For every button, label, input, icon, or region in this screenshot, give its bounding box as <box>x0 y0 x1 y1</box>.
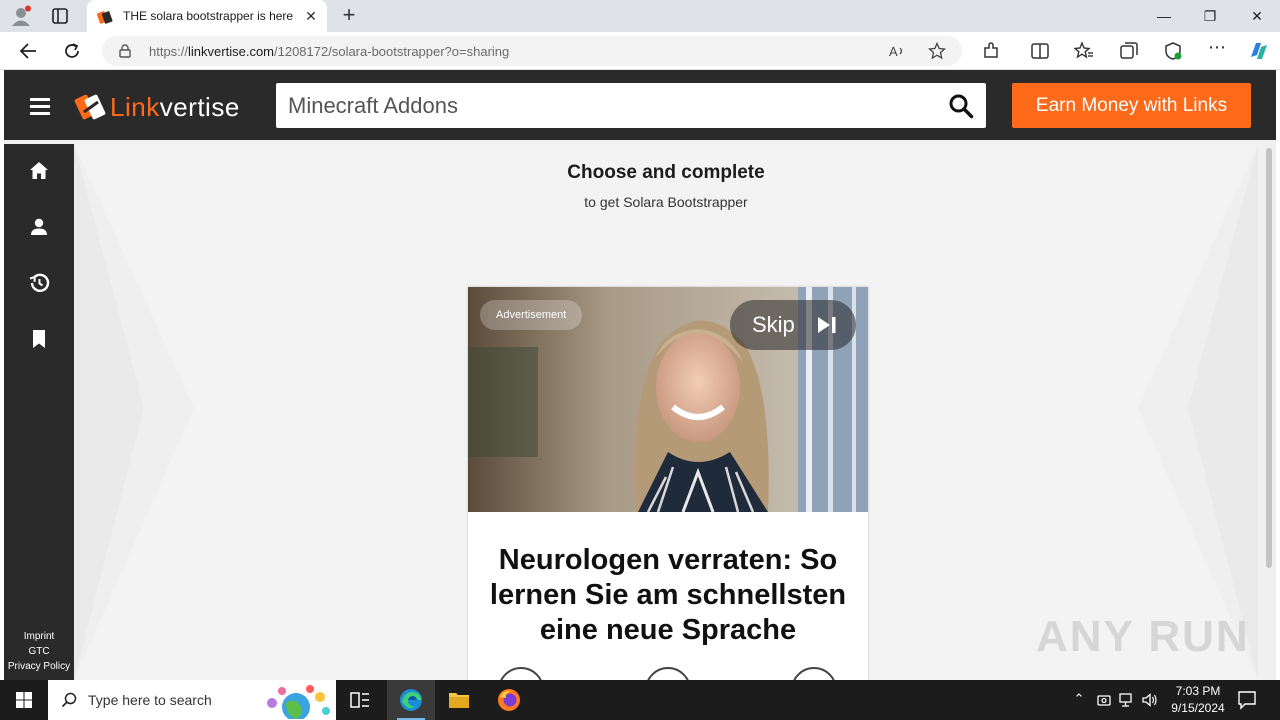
ad-option-circle[interactable] <box>791 667 837 680</box>
ad-option-circle[interactable] <box>645 667 691 680</box>
site-search-input[interactable] <box>288 91 928 121</box>
taskbar-search-box[interactable]: Type here to search <box>48 680 336 720</box>
site-search <box>276 83 986 128</box>
page-heading: Choose and complete <box>567 162 765 183</box>
web-page: Linkvertise Earn Money with Links I <box>4 70 1276 680</box>
search-highlight-illustration-icon <box>267 685 330 719</box>
site-sidebar: Imprint GTC Privacy Policy <box>4 144 74 680</box>
tray-device-icon[interactable] <box>1095 691 1113 709</box>
ad-headline[interactable]: Neurologen verraten: So lernen Sie am sc… <box>482 543 854 648</box>
volume-icon[interactable] <box>1141 691 1159 709</box>
sidebar-footer-links: Imprint GTC Privacy Policy <box>4 629 74 674</box>
collections-icon[interactable] <box>1119 41 1139 61</box>
history-icon[interactable] <box>28 272 50 294</box>
search-icon[interactable] <box>948 93 974 119</box>
logo-wordmark: Linkvertise <box>110 92 240 123</box>
menu-icon[interactable] <box>30 98 50 115</box>
network-icon[interactable] <box>1118 691 1136 709</box>
svg-text:A: A <box>889 44 898 59</box>
tray-chevron-up-icon[interactable]: ⌃ <box>1070 691 1088 709</box>
more-options-icon[interactable]: ⋯ <box>1207 37 1227 57</box>
tab-close-icon[interactable]: ✕ <box>303 8 319 24</box>
read-aloud-icon[interactable]: A <box>888 42 906 60</box>
clock-date: 9/15/2024 <box>1171 701 1225 715</box>
url-host: linkvertise.com <box>188 44 274 59</box>
advertisement-badge: Advertisement <box>480 300 583 330</box>
gtc-link[interactable]: GTC <box>4 644 74 659</box>
refresh-icon[interactable] <box>61 40 83 62</box>
firefox-logo-icon <box>498 689 520 711</box>
file-explorer-icon[interactable] <box>435 680 483 720</box>
favorites-icon[interactable] <box>1074 41 1094 61</box>
left-decoration <box>74 144 194 680</box>
browser-tab-strip: THE solara bootstrapper is here, l ✕ + —… <box>0 0 1280 32</box>
url-text[interactable]: https://linkvertise.com/1208172/solara-b… <box>149 44 509 59</box>
ad-card[interactable]: Advertisement Skip Neurologen verraten: … <box>468 287 868 680</box>
ad-photo[interactable]: Advertisement Skip <box>468 287 868 512</box>
page-subheading: to get Solara Bootstrapper <box>584 194 748 210</box>
linkvertise-logo-icon <box>74 94 106 120</box>
skip-button[interactable]: Skip <box>730 300 856 350</box>
task-view-icon[interactable] <box>336 680 384 720</box>
edge-logo-icon <box>400 689 422 711</box>
page-scrollbar[interactable] <box>1262 144 1276 680</box>
browser-toolbar: https://linkvertise.com/1208172/solara-b… <box>0 32 1280 70</box>
split-screen-icon[interactable] <box>1030 41 1050 61</box>
user-icon[interactable] <box>28 216 50 238</box>
windows-taskbar: Type here to search ⌃ 7:03 PM 9/15/2024 <box>0 680 1280 720</box>
notification-icon[interactable] <box>1236 689 1258 711</box>
task-view-glyph <box>350 692 369 708</box>
scrollbar-thumb[interactable] <box>1266 148 1272 568</box>
tab-title: THE solara bootstrapper is here, l <box>123 9 293 23</box>
linkvertise-logo[interactable]: Linkvertise <box>74 90 254 124</box>
logo-link-text: Link <box>110 92 160 122</box>
taskbar-search-placeholder: Type here to search <box>88 692 212 708</box>
favorite-star-icon[interactable] <box>928 42 946 60</box>
maximize-icon[interactable]: ❐ <box>1198 4 1222 28</box>
anyrun-watermark: ANY RUN <box>1036 612 1250 661</box>
url-path: /1208172/solara-bootstrapper?o=sharing <box>274 44 510 59</box>
skip-label: Skip <box>752 312 795 337</box>
earn-money-button[interactable]: Earn Money with Links <box>1012 83 1251 128</box>
right-decoration <box>1138 144 1258 680</box>
address-bar[interactable]: https://linkvertise.com/1208172/solara-b… <box>102 36 962 66</box>
main-content: Choose and complete to get Solara Bootst… <box>74 144 1258 680</box>
bookmark-icon[interactable] <box>28 328 50 350</box>
window-close-icon[interactable]: ✕ <box>1245 4 1269 28</box>
browser-essentials-icon[interactable] <box>1163 41 1183 61</box>
copilot-icon[interactable] <box>1247 39 1271 63</box>
profile-icon[interactable] <box>10 5 32 27</box>
tab-actions-icon[interactable] <box>50 6 70 26</box>
site-header: Linkvertise Earn Money with Links <box>4 70 1276 140</box>
taskbar-clock[interactable]: 7:03 PM 9/15/2024 <box>1160 683 1236 717</box>
back-icon[interactable] <box>17 40 39 62</box>
new-tab-icon[interactable]: + <box>338 4 360 27</box>
lock-icon[interactable] <box>118 44 132 58</box>
minimize-icon[interactable]: — <box>1152 4 1176 28</box>
home-icon[interactable] <box>28 160 50 182</box>
taskbar-search-icon <box>61 692 77 708</box>
ad-option-circle[interactable] <box>498 667 544 680</box>
edge-taskbar-icon[interactable] <box>387 680 435 720</box>
skip-next-icon <box>818 317 836 333</box>
imprint-link[interactable]: Imprint <box>4 629 74 644</box>
windows-start-icon[interactable] <box>0 680 48 720</box>
linkvertise-favicon-icon <box>97 11 113 24</box>
extensions-icon[interactable] <box>981 41 1001 61</box>
tab-current[interactable]: THE solara bootstrapper is here, l ✕ <box>87 0 327 32</box>
privacy-policy-link[interactable]: Privacy Policy <box>4 659 74 674</box>
url-prefix: https:// <box>149 44 189 59</box>
logo-vertise-text: vertise <box>159 92 240 122</box>
folder-icon <box>449 693 469 708</box>
clock-time: 7:03 PM <box>1175 684 1221 698</box>
firefox-taskbar-icon[interactable] <box>485 680 533 720</box>
